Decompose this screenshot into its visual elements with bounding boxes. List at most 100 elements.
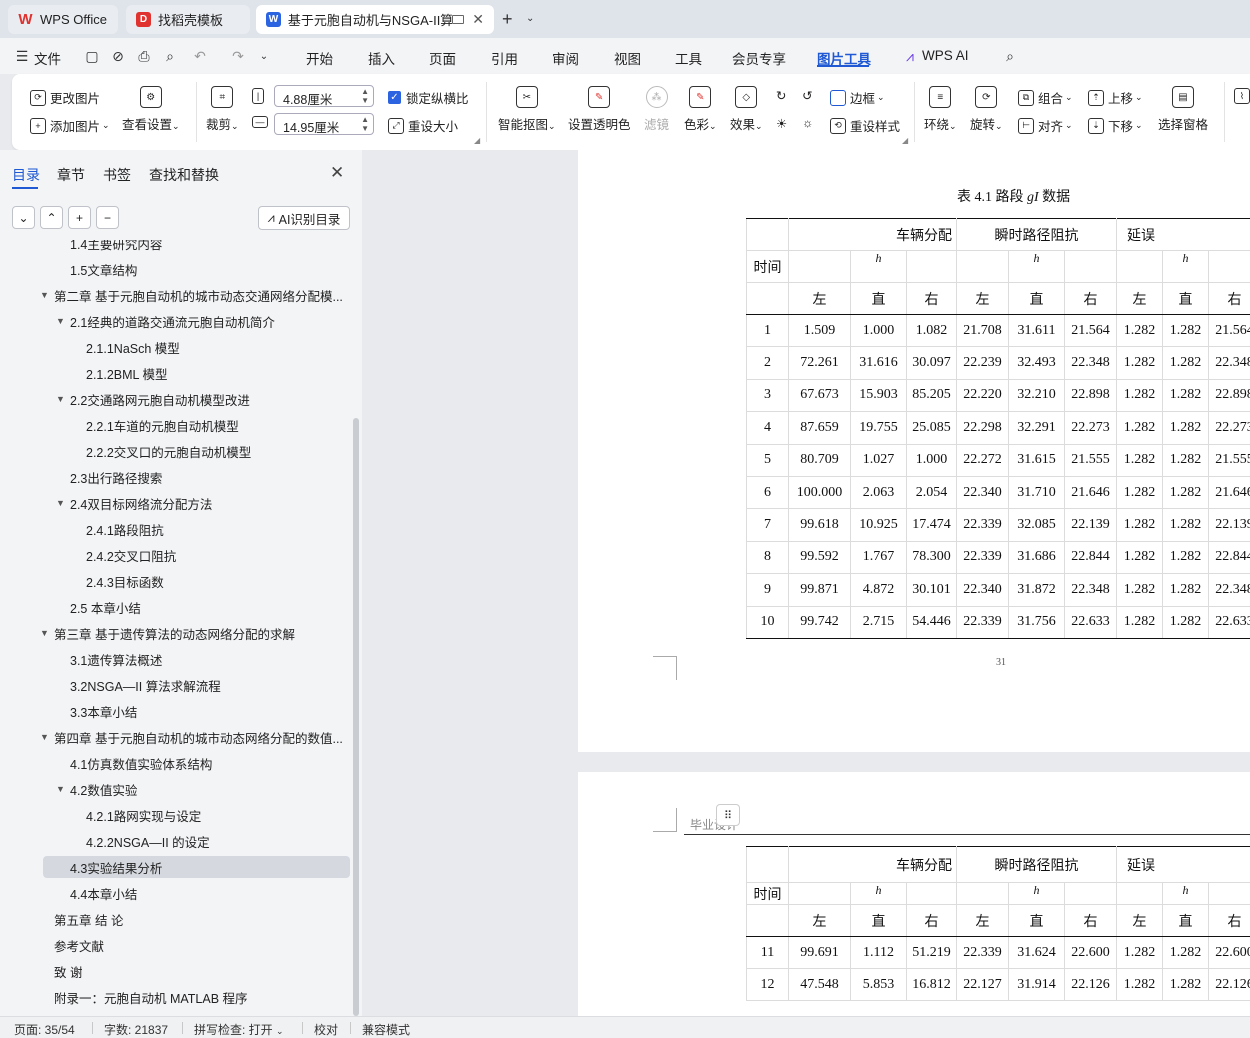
- menu-insert[interactable]: 插入: [368, 48, 395, 68]
- selection-pane-button[interactable]: ▤ 选择窗格: [1158, 86, 1208, 133]
- toc-item[interactable]: 2.4.1路段阻抗: [0, 518, 352, 540]
- reset-style-button[interactable]: ⟲ 重设样式: [830, 116, 900, 135]
- expand-up-button[interactable]: ⌃: [40, 206, 63, 229]
- toc-item[interactable]: 2.4.2交叉口阻抗: [0, 544, 352, 566]
- view-settings-button[interactable]: ⚙ 查看设置⌄: [122, 86, 180, 133]
- tab-current-document[interactable]: W 基于元胞自动机与NSGA-II算 ✕: [256, 5, 494, 34]
- toc-item[interactable]: 附录一：元胞自动机 MATLAB 程序: [0, 986, 352, 1008]
- table-row[interactable]: 7 99.618 10.925 17.474 22.339 32.085 22.139 1.2…: [746, 508, 1250, 542]
- toc-item[interactable]: 4.2.2NSGA—II 的设定: [0, 830, 352, 852]
- toc-item[interactable]: 4.3实验结果分析: [43, 856, 350, 878]
- brightness-up-icon[interactable]: ☀: [776, 116, 787, 131]
- menu-tools[interactable]: 工具: [675, 48, 702, 68]
- save-icon[interactable]: ▢: [84, 48, 100, 64]
- remove-heading-button[interactable]: −: [96, 206, 119, 229]
- export-icon[interactable]: ⊘: [110, 48, 126, 64]
- toc-item[interactable]: 1.5文章结构: [0, 258, 352, 280]
- tab-wps-office[interactable]: W WPS Office: [8, 5, 118, 34]
- toc-item[interactable]: 致 谢: [0, 960, 352, 982]
- effects-button[interactable]: ◇ 效果⌄: [730, 86, 763, 133]
- toc-item[interactable]: ▼ 2.4双目标网络流分配方法: [0, 492, 352, 514]
- spinner-arrows-icon[interactable]: ▲ ▼: [361, 115, 369, 133]
- table-row[interactable]: 12 47.548 5.853 16.812 22.127 31.914 22.126 1.2…: [746, 968, 1250, 1001]
- toc-item[interactable]: 3.2NSGA—II 算法求解流程: [0, 674, 352, 696]
- border-button[interactable]: 边框 ⌄: [830, 88, 885, 107]
- table-move-handle-icon[interactable]: ⠿: [716, 804, 740, 826]
- add-heading-button[interactable]: +: [68, 206, 91, 229]
- hamburger-menu-icon[interactable]: ☰: [14, 48, 30, 64]
- smart-cutout-button[interactable]: ✂ 智能抠图⌄: [498, 86, 556, 133]
- brightness-down-icon[interactable]: ☼: [802, 116, 813, 130]
- toc-item[interactable]: ▼ 2.1经典的道路交通流元胞自动机简介: [0, 310, 352, 332]
- menu-wps-ai[interactable]: WPS AI: [922, 48, 969, 63]
- menu-view[interactable]: 视图: [614, 48, 641, 68]
- undo-icon[interactable]: ↶: [192, 48, 208, 64]
- width-input[interactable]: 4.88厘米 ▲ ▼: [274, 85, 374, 107]
- toc-scrollbar[interactable]: [353, 418, 359, 1016]
- color-button[interactable]: ✎ 色彩⌄: [684, 86, 717, 133]
- ai-detect-toc-button[interactable]: ⩘ AI识别目录: [258, 206, 350, 230]
- chevron-down-icon[interactable]: ⌄: [526, 13, 534, 24]
- menu-home[interactable]: 开始: [306, 48, 333, 68]
- change-picture-button[interactable]: ⟳ 更改图片: [30, 88, 100, 107]
- table-row[interactable]: 5 80.709 1.027 1.000 22.272 31.615 21.555 1.282…: [746, 443, 1250, 477]
- close-icon[interactable]: ✕: [472, 11, 484, 28]
- toc-item[interactable]: 2.2.2交叉口的元胞自动机模型: [0, 440, 352, 462]
- rotate-button[interactable]: ⟳ 旋转⌄: [970, 86, 1003, 133]
- dialog-launcher-icon[interactable]: ◢: [474, 136, 480, 145]
- menu-file[interactable]: 文件: [34, 48, 61, 68]
- toc-item[interactable]: 2.5 本章小结: [0, 596, 352, 618]
- toc-item[interactable]: ▼ 第二章 基于元胞自动机的城市动态交通网络分配模...: [0, 284, 352, 306]
- toc-item[interactable]: 3.1遗传算法概述: [0, 648, 352, 670]
- wrap-button[interactable]: ≡ 环绕⌄: [924, 86, 957, 133]
- nav-tab-toc[interactable]: 目录: [12, 165, 40, 185]
- print-icon[interactable]: ⎙: [136, 48, 152, 64]
- add-picture-button[interactable]: + 添加图片 ⌄: [30, 116, 110, 135]
- toc-item[interactable]: 4.1仿真数值实验体系结构: [0, 752, 352, 774]
- monitor-icon[interactable]: [452, 15, 465, 24]
- data-table-page-31[interactable]: 车辆分配 瞬时路径阻抗 延误 时间 h h h 左直右左直右左直右 1 1.509 1.000 1.0…: [746, 218, 1250, 639]
- toc-item[interactable]: 第五章 结 论: [0, 908, 352, 930]
- toc-item[interactable]: ▼ 第三章 基于遗传算法的动态网络分配的求解: [0, 622, 352, 644]
- toc-item[interactable]: 4.4本章小结: [0, 882, 352, 904]
- expand-caret-icon[interactable]: ▼: [40, 628, 49, 638]
- collapse-all-button[interactable]: ⌄: [12, 206, 35, 229]
- table-row[interactable]: 1 1.509 1.000 1.082 21.708 31.611 21.564 1.282 1…: [746, 313, 1250, 348]
- status-page[interactable]: 页面: 35/54: [14, 1021, 75, 1038]
- expand-caret-icon[interactable]: ▼: [40, 290, 49, 300]
- rotate-right-icon[interactable]: ↻: [776, 88, 786, 103]
- menu-references[interactable]: 引用: [491, 48, 518, 68]
- status-word-count[interactable]: 字数: 21837: [104, 1021, 168, 1038]
- tab-docer[interactable]: D 找稻壳模板: [126, 5, 250, 34]
- table-row[interactable]: 2 72.261 31.616 30.097 22.239 32.493 22.348 1.2…: [746, 346, 1250, 380]
- expand-caret-icon[interactable]: ▼: [56, 498, 65, 508]
- toc-item[interactable]: 3.3本章小结: [0, 700, 352, 722]
- nav-tab-bookmarks[interactable]: 书签: [103, 165, 131, 185]
- toc-item[interactable]: 参考文献: [0, 934, 352, 956]
- rotate-left-icon[interactable]: ↺: [802, 88, 812, 103]
- menu-member[interactable]: 会员专享: [732, 48, 786, 68]
- table-row[interactable]: 6 100.000 2.063 2.054 22.340 31.710 21.646 1.28…: [746, 475, 1250, 510]
- lock-aspect-ratio-checkbox[interactable]: ✓ 锁定纵横比: [388, 88, 469, 107]
- group-button[interactable]: ⧉ 组合 ⌄: [1018, 88, 1073, 107]
- filter-button[interactable]: ⁂ 滤镜: [644, 86, 669, 133]
- send-backward-button[interactable]: ⇣ 下移 ⌄: [1088, 116, 1143, 135]
- toc-item[interactable]: 2.1.2BML 模型: [0, 362, 352, 384]
- more-tools-icon[interactable]: ⌇: [1234, 88, 1250, 104]
- search-icon[interactable]: ⌕: [1002, 48, 1018, 64]
- quick-access-more-icon[interactable]: ⌄: [256, 48, 272, 64]
- table-row[interactable]: 8 99.592 1.767 78.300 22.339 31.686 22.844 1.28…: [746, 540, 1250, 575]
- toc-item[interactable]: ▼ 2.2交通路网元胞自动机模型改进: [0, 388, 352, 410]
- toc-item[interactable]: 2.3出行路径搜索: [0, 466, 352, 488]
- toc-item[interactable]: 4.2.1路网实现与设定: [0, 804, 352, 826]
- spinner-arrows-icon[interactable]: ▲ ▼: [361, 87, 369, 105]
- toc-item[interactable]: 2.4.3目标函数: [0, 570, 352, 592]
- toc-item[interactable]: ▼ 第四章 基于元胞自动机的城市动态网络分配的数值...: [0, 726, 352, 748]
- height-input[interactable]: 14.95厘米 ▲ ▼: [274, 113, 374, 135]
- status-proofread[interactable]: 校对: [314, 1021, 338, 1038]
- nav-tab-find-replace[interactable]: 查找和替换: [149, 165, 219, 185]
- bring-forward-button[interactable]: ⇡ 上移 ⌄: [1088, 88, 1143, 107]
- crop-button[interactable]: ⌗ 裁剪⌄: [206, 86, 239, 133]
- redo-icon[interactable]: ↷: [230, 48, 246, 64]
- data-table-page-32[interactable]: 车辆分配 瞬时路径阻抗 延误 时间 h h h 左直右左直右左直右 11 99.691 1.112 5…: [746, 846, 1250, 1001]
